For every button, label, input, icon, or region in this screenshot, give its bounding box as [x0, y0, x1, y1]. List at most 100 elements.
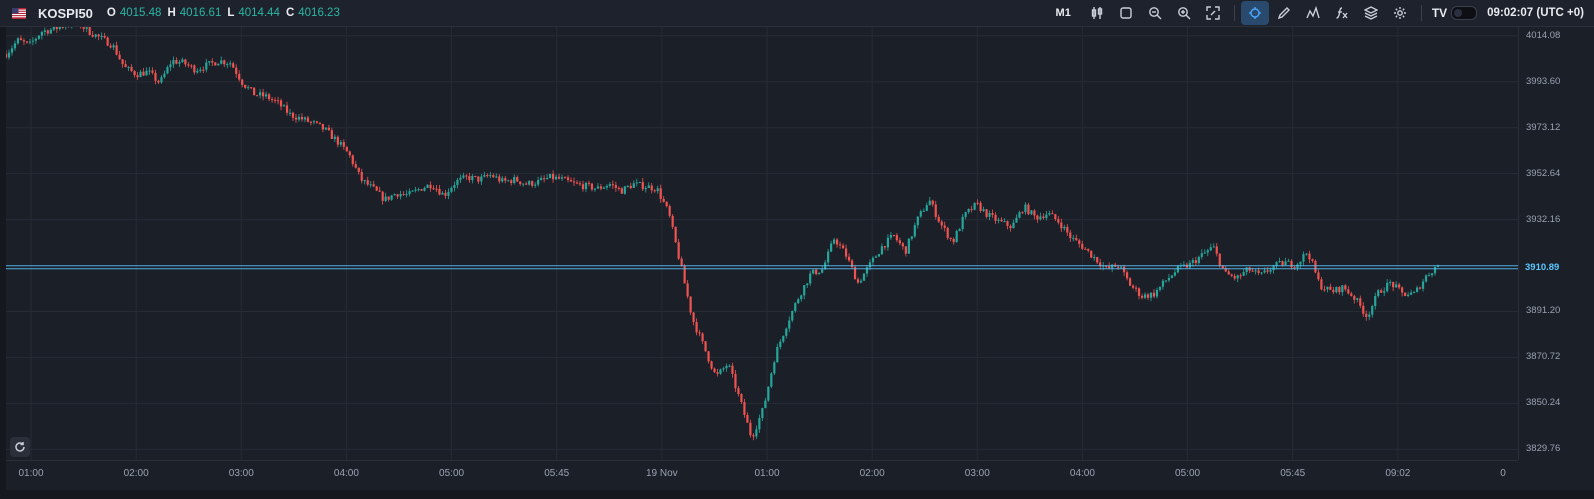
candle-body — [1200, 253, 1203, 257]
candle-body — [447, 191, 450, 196]
candle-body — [91, 35, 94, 37]
candle-body — [650, 185, 653, 191]
candle-body — [1063, 226, 1066, 229]
reset-chart-button[interactable] — [10, 437, 30, 457]
candle-body — [1209, 247, 1212, 251]
candle-body — [1412, 291, 1416, 293]
candle-body — [247, 87, 250, 89]
candle-body — [1392, 282, 1395, 288]
candle-body — [214, 62, 217, 66]
candle-body — [507, 180, 510, 182]
candle-body — [1317, 272, 1320, 280]
candle-body — [626, 185, 629, 187]
open-value: 4015.48 — [119, 7, 162, 19]
candle-body — [1332, 289, 1335, 293]
candle-body — [1266, 270, 1269, 272]
candle-body — [309, 121, 313, 123]
candle-body — [384, 196, 387, 201]
candle-body — [369, 184, 372, 186]
candle-body — [291, 112, 295, 118]
candle-body — [1173, 272, 1177, 276]
candle-body — [614, 185, 617, 188]
candle-body — [737, 388, 740, 394]
candle-body — [169, 64, 172, 68]
candle-body — [124, 64, 127, 68]
tradingview-logo[interactable]: TV — [1432, 6, 1447, 20]
candle-body — [725, 365, 728, 369]
candle-body — [345, 146, 348, 152]
timeframe-button[interactable]: M1 — [1056, 7, 1071, 19]
candle-body — [1424, 275, 1428, 282]
time-tick-label: 01:00 — [754, 468, 780, 479]
candle-body — [1161, 280, 1165, 287]
candle-body — [827, 251, 830, 263]
candle-body — [961, 216, 964, 230]
clock-readout: 09:02:07 (UTC +0) — [1487, 7, 1584, 19]
candle-body — [880, 246, 884, 255]
rectangle-icon[interactable] — [1112, 1, 1140, 25]
settings-icon[interactable] — [1386, 1, 1414, 25]
zoom-out-icon[interactable] — [1141, 1, 1169, 25]
fx-icon[interactable] — [1328, 1, 1356, 25]
candle-body — [402, 194, 405, 196]
candle-body — [1311, 259, 1314, 261]
fullscreen-icon[interactable] — [1199, 1, 1227, 25]
candle-body — [486, 175, 489, 177]
layers-icon[interactable] — [1357, 1, 1385, 25]
candle-body — [892, 235, 895, 237]
candle-body — [121, 59, 124, 65]
candle-body — [97, 34, 100, 37]
candle-body — [1134, 287, 1138, 289]
time-axis[interactable]: 01:00 02:00 03:00 04:00 05:00 05:45 19 Nov 01:0… — [6, 460, 1518, 491]
candle-body — [605, 185, 609, 188]
candle-body — [871, 257, 875, 263]
candle-body — [1206, 250, 1209, 253]
candle-body — [339, 142, 342, 145]
theme-toggle[interactable] — [1451, 6, 1478, 20]
candle-body — [1323, 289, 1326, 291]
candle-body — [994, 214, 997, 221]
candle-body — [1344, 285, 1347, 290]
candle-body — [1305, 253, 1308, 255]
candle-body — [492, 175, 495, 178]
candle-body — [543, 178, 546, 180]
price-chart-area[interactable] — [6, 27, 1518, 460]
candle-body — [202, 69, 205, 71]
zoom-in-icon[interactable] — [1170, 1, 1198, 25]
candle-body — [450, 187, 453, 192]
candle-body — [886, 237, 890, 248]
symbol-name[interactable]: KOSPI50 — [38, 6, 93, 21]
candles-icon[interactable] — [1083, 1, 1111, 25]
candle-body — [435, 188, 438, 190]
candle-body — [584, 182, 588, 190]
candle-body — [967, 208, 970, 213]
candle-body — [788, 320, 791, 329]
crosshair-icon[interactable] — [1240, 1, 1269, 25]
candle-body — [1128, 278, 1132, 286]
candle-body — [1227, 271, 1230, 275]
candle-body — [306, 117, 310, 122]
candle-body — [184, 59, 187, 65]
candle-body — [1081, 243, 1084, 249]
candle-body — [1401, 287, 1404, 293]
candle-body — [662, 198, 665, 202]
candle-body — [1084, 248, 1087, 250]
candle-body — [1117, 266, 1120, 268]
indicator-icon[interactable] — [1299, 1, 1327, 25]
candle-body — [405, 194, 408, 196]
candle-body — [288, 112, 292, 114]
candle-body — [1096, 257, 1099, 263]
candle-body — [85, 27, 88, 29]
candle-body — [1371, 306, 1374, 315]
candle-body — [193, 65, 196, 73]
price-axis[interactable]: 4014.08 3993.60 3973.12 3952.64 3932.16 3891.… — [1518, 27, 1594, 460]
candle-body — [596, 186, 600, 189]
candle-body — [647, 185, 650, 189]
candle-body — [1093, 257, 1096, 259]
candle-body — [145, 70, 148, 76]
candle-body — [901, 243, 904, 247]
candle-body — [244, 84, 247, 88]
pencil-icon[interactable] — [1270, 1, 1298, 25]
candle-body — [342, 142, 345, 147]
candle-body — [779, 341, 782, 347]
